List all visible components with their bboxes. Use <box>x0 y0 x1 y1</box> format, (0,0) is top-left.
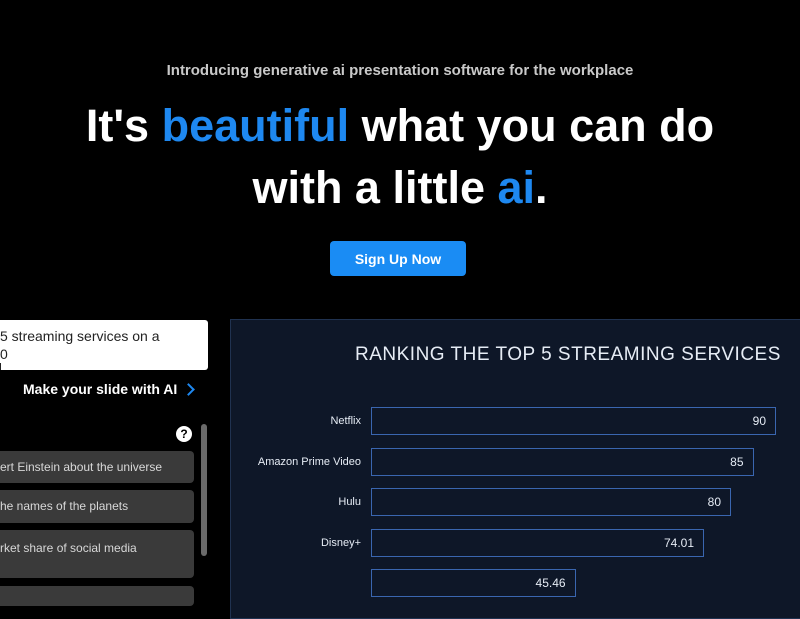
category-label: Hulu <box>338 496 361 508</box>
make-slide-button[interactable]: Make your slide with AI <box>23 381 196 397</box>
headline-line-2: with a little ai. <box>0 160 800 216</box>
prompt-input[interactable]: 5 streaming services on a 0 <box>0 320 208 370</box>
prompt-line-2: 0 <box>0 345 198 370</box>
category-label: Netflix <box>330 415 361 427</box>
help-icon[interactable]: ? <box>176 426 192 442</box>
data-label: 90 <box>752 414 766 428</box>
chevron-right-icon <box>182 382 196 396</box>
make-slide-label: Make your slide with AI <box>23 381 178 397</box>
suggestion-item[interactable]: ert Einstein about the universe <box>0 451 194 483</box>
data-label: 80 <box>707 495 721 509</box>
suggestion-item[interactable]: he names of the planets <box>0 490 194 523</box>
headline-accent: ai <box>497 162 536 213</box>
headline-accent: beautiful <box>161 100 350 151</box>
suggestion-item[interactable]: rket share of social media <box>0 530 194 578</box>
chart-title: RANKING THE TOP 5 STREAMING SERVICES <box>355 344 781 365</box>
headline-text: with a little <box>252 162 498 213</box>
suggestion-item[interactable] <box>0 586 194 606</box>
prompt-line-2-text: 0 <box>0 346 8 362</box>
headline-text: what you can do <box>349 100 715 151</box>
data-label: 45.46 <box>535 576 566 590</box>
suggestions-scrollbar[interactable] <box>201 424 207 556</box>
hero-eyebrow: Introducing generative ai presentation s… <box>166 62 634 79</box>
headline-line-1: It's beautiful what you can do <box>0 98 800 154</box>
prompt-line-1: 5 streaming services on a <box>0 328 160 344</box>
headline-text: . <box>535 162 548 213</box>
data-label: 74.01 <box>664 535 695 550</box>
data-label: 85 <box>730 454 744 469</box>
sign-up-button[interactable]: Sign Up Now <box>330 241 466 276</box>
category-label: Amazon Prime Video <box>257 455 361 468</box>
category-label: Disney+ <box>320 536 361 549</box>
slide-preview: RANKING THE TOP 5 STREAMING SERVICES Net… <box>230 319 800 619</box>
text-caret <box>0 363 1 370</box>
headline-text: It's <box>85 100 162 151</box>
